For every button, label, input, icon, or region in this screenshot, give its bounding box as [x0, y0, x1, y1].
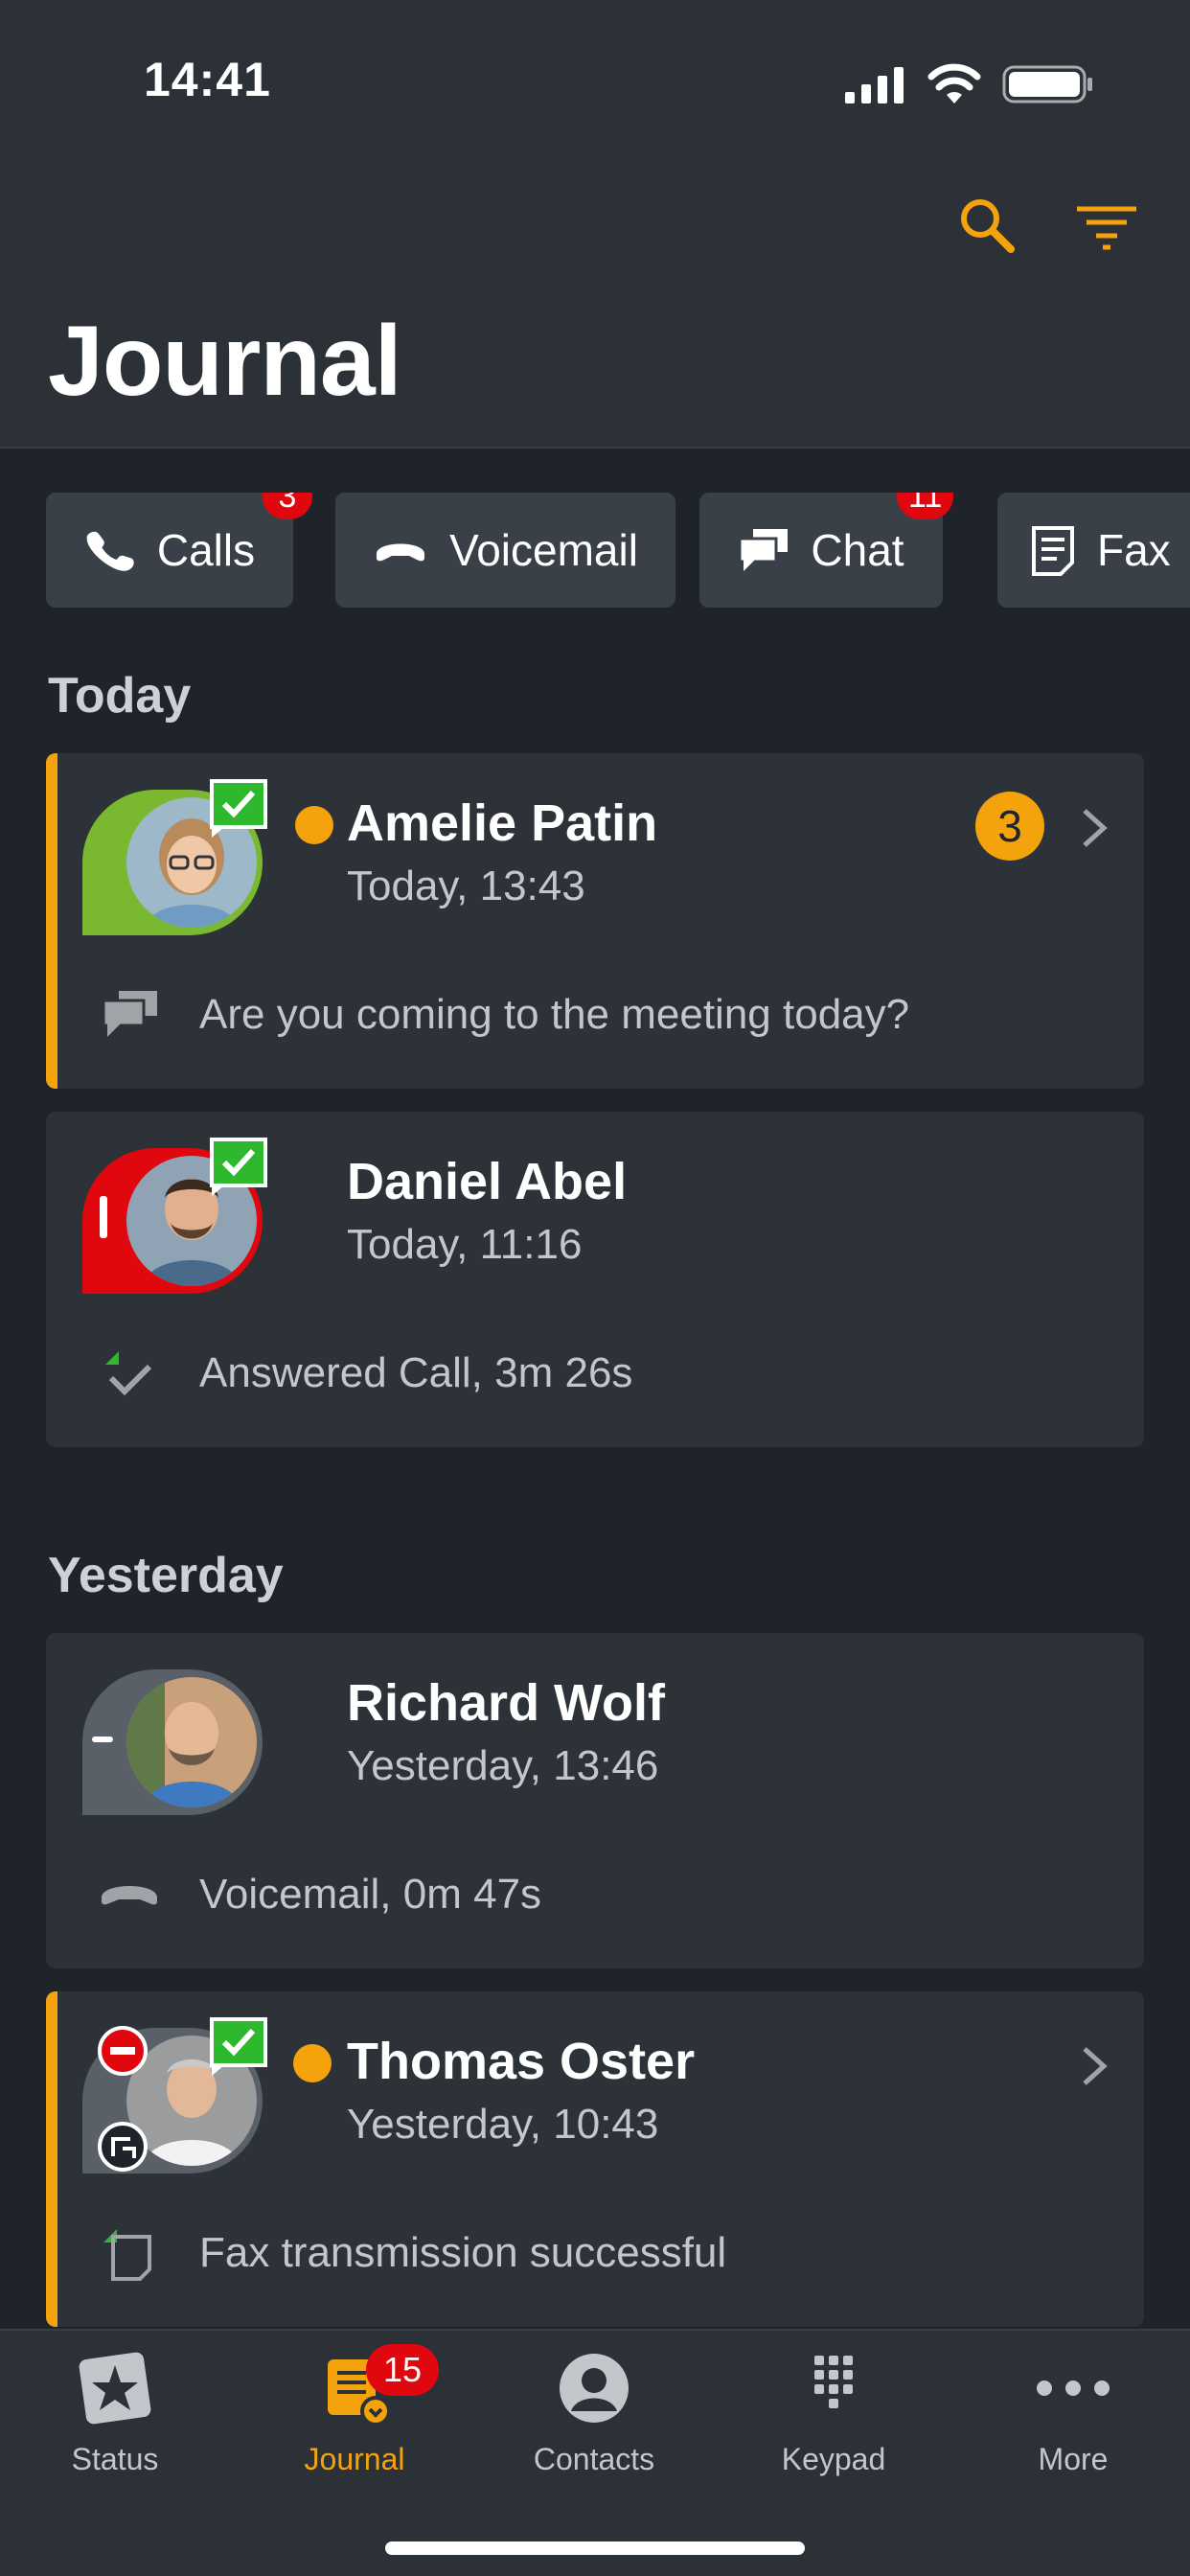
status-dot [295, 806, 333, 844]
contact-icon [560, 2354, 629, 2423]
journal-item-amelie-patin[interactable]: Amelie Patin Today, 13:43 3 Are you comi… [46, 753, 1144, 1089]
contact-name: Amelie Patin [347, 794, 658, 852]
header: 14:41 Journal [0, 0, 1190, 448]
avatar [82, 779, 267, 935]
battery-icon [1002, 65, 1092, 104]
star-icon [79, 2352, 151, 2425]
presence-check-icon [210, 1138, 267, 1196]
chevron-right-icon [1083, 2047, 1108, 2085]
tabbar-status[interactable]: Status [19, 2331, 211, 2494]
fax-icon [1032, 526, 1074, 576]
journal-badge: 15 [366, 2344, 439, 2396]
phone-icon [86, 531, 134, 571]
item-time: Today, 13:43 [347, 862, 585, 909]
section-today: Today [48, 668, 192, 724]
tab-voicemail-label: Voicemail [449, 525, 638, 575]
status-time: 14:41 [144, 53, 271, 106]
tabbar-journal[interactable]: 15 Journal [259, 2331, 450, 2494]
calls-badge: 3 [263, 493, 312, 519]
answered-call-icon [105, 1351, 152, 1396]
filter-icon[interactable] [1073, 192, 1140, 259]
voicemail-icon [102, 1886, 157, 1905]
contact-name: Richard Wolf [347, 1674, 666, 1732]
home-indicator[interactable] [385, 2542, 805, 2555]
call-forward-icon [98, 2122, 148, 2172]
tabbar-contacts[interactable]: Contacts [498, 2331, 690, 2494]
offline-indicator [92, 1736, 113, 1742]
tabbar-more[interactable]: More [977, 2331, 1169, 2494]
status-dot [293, 2044, 332, 2082]
contact-name: Daniel Abel [347, 1153, 628, 1210]
tabbar-contacts-label: Contacts [533, 2442, 655, 2476]
search-icon[interactable] [953, 192, 1020, 259]
keypad-icon [814, 2356, 853, 2408]
voicemail-icon [377, 543, 425, 562]
chat-icon [738, 529, 789, 571]
page-title: Journal [48, 306, 402, 417]
tabbar-more-label: More [1038, 2442, 1109, 2476]
tabbar-journal-label: Journal [304, 2442, 405, 2476]
journal-item-thomas-oster[interactable]: Thomas Oster Yesterday, 10:43 Fax transm… [46, 1991, 1144, 2327]
wifi-icon [927, 63, 981, 104]
chevron-right-icon [1083, 809, 1108, 847]
presence-check-icon [210, 779, 267, 838]
chat-icon [102, 991, 157, 1037]
tabbar-keypad-label: Keypad [781, 2442, 886, 2476]
avatar [82, 2017, 267, 2174]
avatar-photo [126, 1677, 257, 1807]
tabbar-keypad[interactable]: Keypad [738, 2331, 929, 2494]
tab-chat-label: Chat [811, 525, 904, 575]
item-detail: Fax transmission successful [199, 2229, 727, 2276]
fax-sent-icon [103, 2229, 151, 2281]
unread-badge: 3 [975, 792, 1044, 861]
chat-badge: 11 [897, 493, 954, 519]
avatar [82, 1138, 267, 1294]
tabbar-status-label: Status [71, 2442, 159, 2476]
contact-name: Thomas Oster [347, 2033, 696, 2090]
item-time: Yesterday, 13:46 [347, 1742, 659, 1789]
signal-icon [845, 67, 904, 104]
call-indicator [100, 1196, 107, 1238]
status-icons [845, 63, 1094, 105]
do-not-disturb-icon [98, 2026, 148, 2076]
tab-voicemail[interactable]: Voicemail [335, 493, 675, 608]
more-icon [1037, 2380, 1110, 2396]
avatar [82, 1669, 263, 1815]
item-detail: Voicemail, 0m 47s [199, 1871, 542, 1918]
item-detail: Are you coming to the meeting today? [199, 991, 910, 1038]
tab-calls-label: Calls [156, 525, 256, 575]
item-time: Yesterday, 10:43 [347, 2101, 659, 2148]
item-detail: Answered Call, 3m 26s [199, 1349, 633, 1396]
journal-item-daniel-abel[interactable]: Daniel Abel Today, 11:16 Answered Call, … [46, 1112, 1144, 1447]
filter-tabs: Calls 3 Voicemail Chat 11 Fax [0, 493, 1190, 608]
section-yesterday: Yesterday [48, 1548, 284, 1603]
tab-calls[interactable]: Calls 3 [46, 493, 312, 608]
tab-chat[interactable]: Chat 11 [699, 493, 954, 608]
presence-check-icon [210, 2017, 267, 2076]
journal-item-richard-wolf[interactable]: Richard Wolf Yesterday, 13:46 Voicemail,… [46, 1633, 1144, 1968]
tab-fax-label: Fax [1097, 525, 1171, 575]
item-time: Today, 11:16 [347, 1221, 583, 1268]
tab-fax[interactable]: Fax [997, 493, 1190, 608]
bottom-tab-bar: Status 15 Journal Contacts Keypad More [0, 2329, 1190, 2576]
